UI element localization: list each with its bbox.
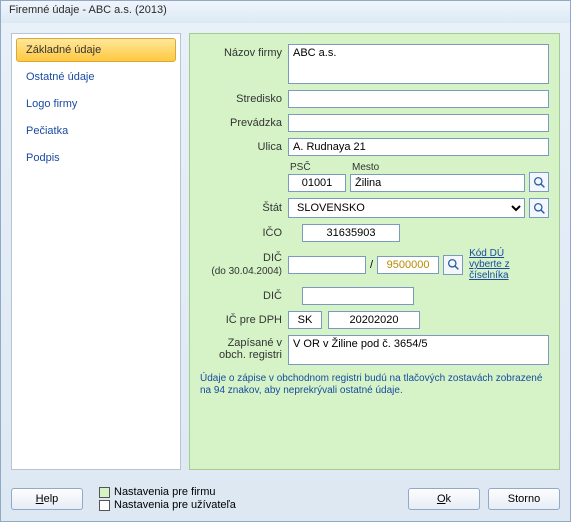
label-mesto: Mesto xyxy=(350,162,525,173)
sidebar-item-podpis[interactable]: Podpis xyxy=(16,146,176,170)
label-dic2: DIČ xyxy=(200,290,288,302)
help-button[interactable]: Help xyxy=(11,488,83,510)
window-title: Firemné údaje - ABC a.s. (2013) xyxy=(9,4,167,16)
label-register: Zapísané v obch. registri xyxy=(200,335,288,361)
legend-firm: Nastavenia pre firmu xyxy=(114,486,216,498)
input-psc[interactable] xyxy=(288,174,346,192)
footer: Help Nastavenia pre firmu Nastavenia pre… xyxy=(1,480,570,521)
ok-button[interactable]: Ok xyxy=(408,488,480,510)
dic-separator: / xyxy=(366,259,377,271)
label-icdph: IČ pre DPH xyxy=(200,314,288,326)
sidebar-item-ostatne[interactable]: Ostatné údaje xyxy=(16,65,176,89)
label-ico: IČO xyxy=(200,227,288,239)
swatch-user xyxy=(99,500,110,511)
form-panel: Názov firmy ABC a.s. Stredisko Prevádzka… xyxy=(189,33,560,470)
register-footnote: Údaje o zápise v obchodnom registri budú… xyxy=(200,373,549,397)
label-dic-old: DIČ (do 30.04.2004) xyxy=(200,252,288,276)
input-dic-left[interactable] xyxy=(288,256,366,274)
storno-button[interactable]: Storno xyxy=(488,488,560,510)
label-psc: PSČ xyxy=(288,162,346,173)
label-ulica: Ulica xyxy=(200,141,288,153)
input-dic-right[interactable] xyxy=(377,256,439,274)
link-kod-du[interactable]: Kód DÚ vyberte z číselníka xyxy=(469,248,517,281)
titlebar: Firemné údaje - ABC a.s. (2013) xyxy=(1,1,570,23)
input-stredisko[interactable] xyxy=(288,90,549,108)
sidebar-item-logo[interactable]: Logo firmy xyxy=(16,92,176,116)
sidebar-item-peciatka[interactable]: Pečiatka xyxy=(16,119,176,143)
input-dic2[interactable] xyxy=(302,287,414,305)
input-icdph-prefix[interactable] xyxy=(288,311,322,329)
sidebar-item-zakladne[interactable]: Základné údaje xyxy=(16,38,176,62)
swatch-firm xyxy=(99,487,110,498)
select-stat[interactable]: SLOVENSKO xyxy=(288,198,525,218)
lookup-du-icon[interactable] xyxy=(443,255,463,275)
label-nazov: Názov firmy xyxy=(200,44,288,59)
input-register[interactable]: V OR v Žiline pod č. 3654/5 xyxy=(288,335,549,365)
label-stredisko: Stredisko xyxy=(200,93,288,105)
window: Firemné údaje - ABC a.s. (2013) Základné… xyxy=(0,0,571,522)
input-prevadzka[interactable] xyxy=(288,114,549,132)
input-mesto[interactable] xyxy=(350,174,525,192)
legend: Nastavenia pre firmu Nastavenia pre užív… xyxy=(91,486,400,511)
lookup-mesto-icon[interactable] xyxy=(529,172,549,192)
sidebar: Základné údaje Ostatné údaje Logo firmy … xyxy=(11,33,181,470)
input-ulica[interactable] xyxy=(288,138,549,156)
input-ico[interactable] xyxy=(302,224,400,242)
lookup-stat-icon[interactable] xyxy=(529,198,549,218)
label-prevadzka: Prevádzka xyxy=(200,117,288,129)
label-stat: Štát xyxy=(200,202,288,214)
legend-user: Nastavenia pre užívateľa xyxy=(114,499,236,511)
content-area: Základné údaje Ostatné údaje Logo firmy … xyxy=(1,23,570,480)
input-nazov-firmy[interactable]: ABC a.s. xyxy=(288,44,549,84)
input-icdph[interactable] xyxy=(328,311,420,329)
